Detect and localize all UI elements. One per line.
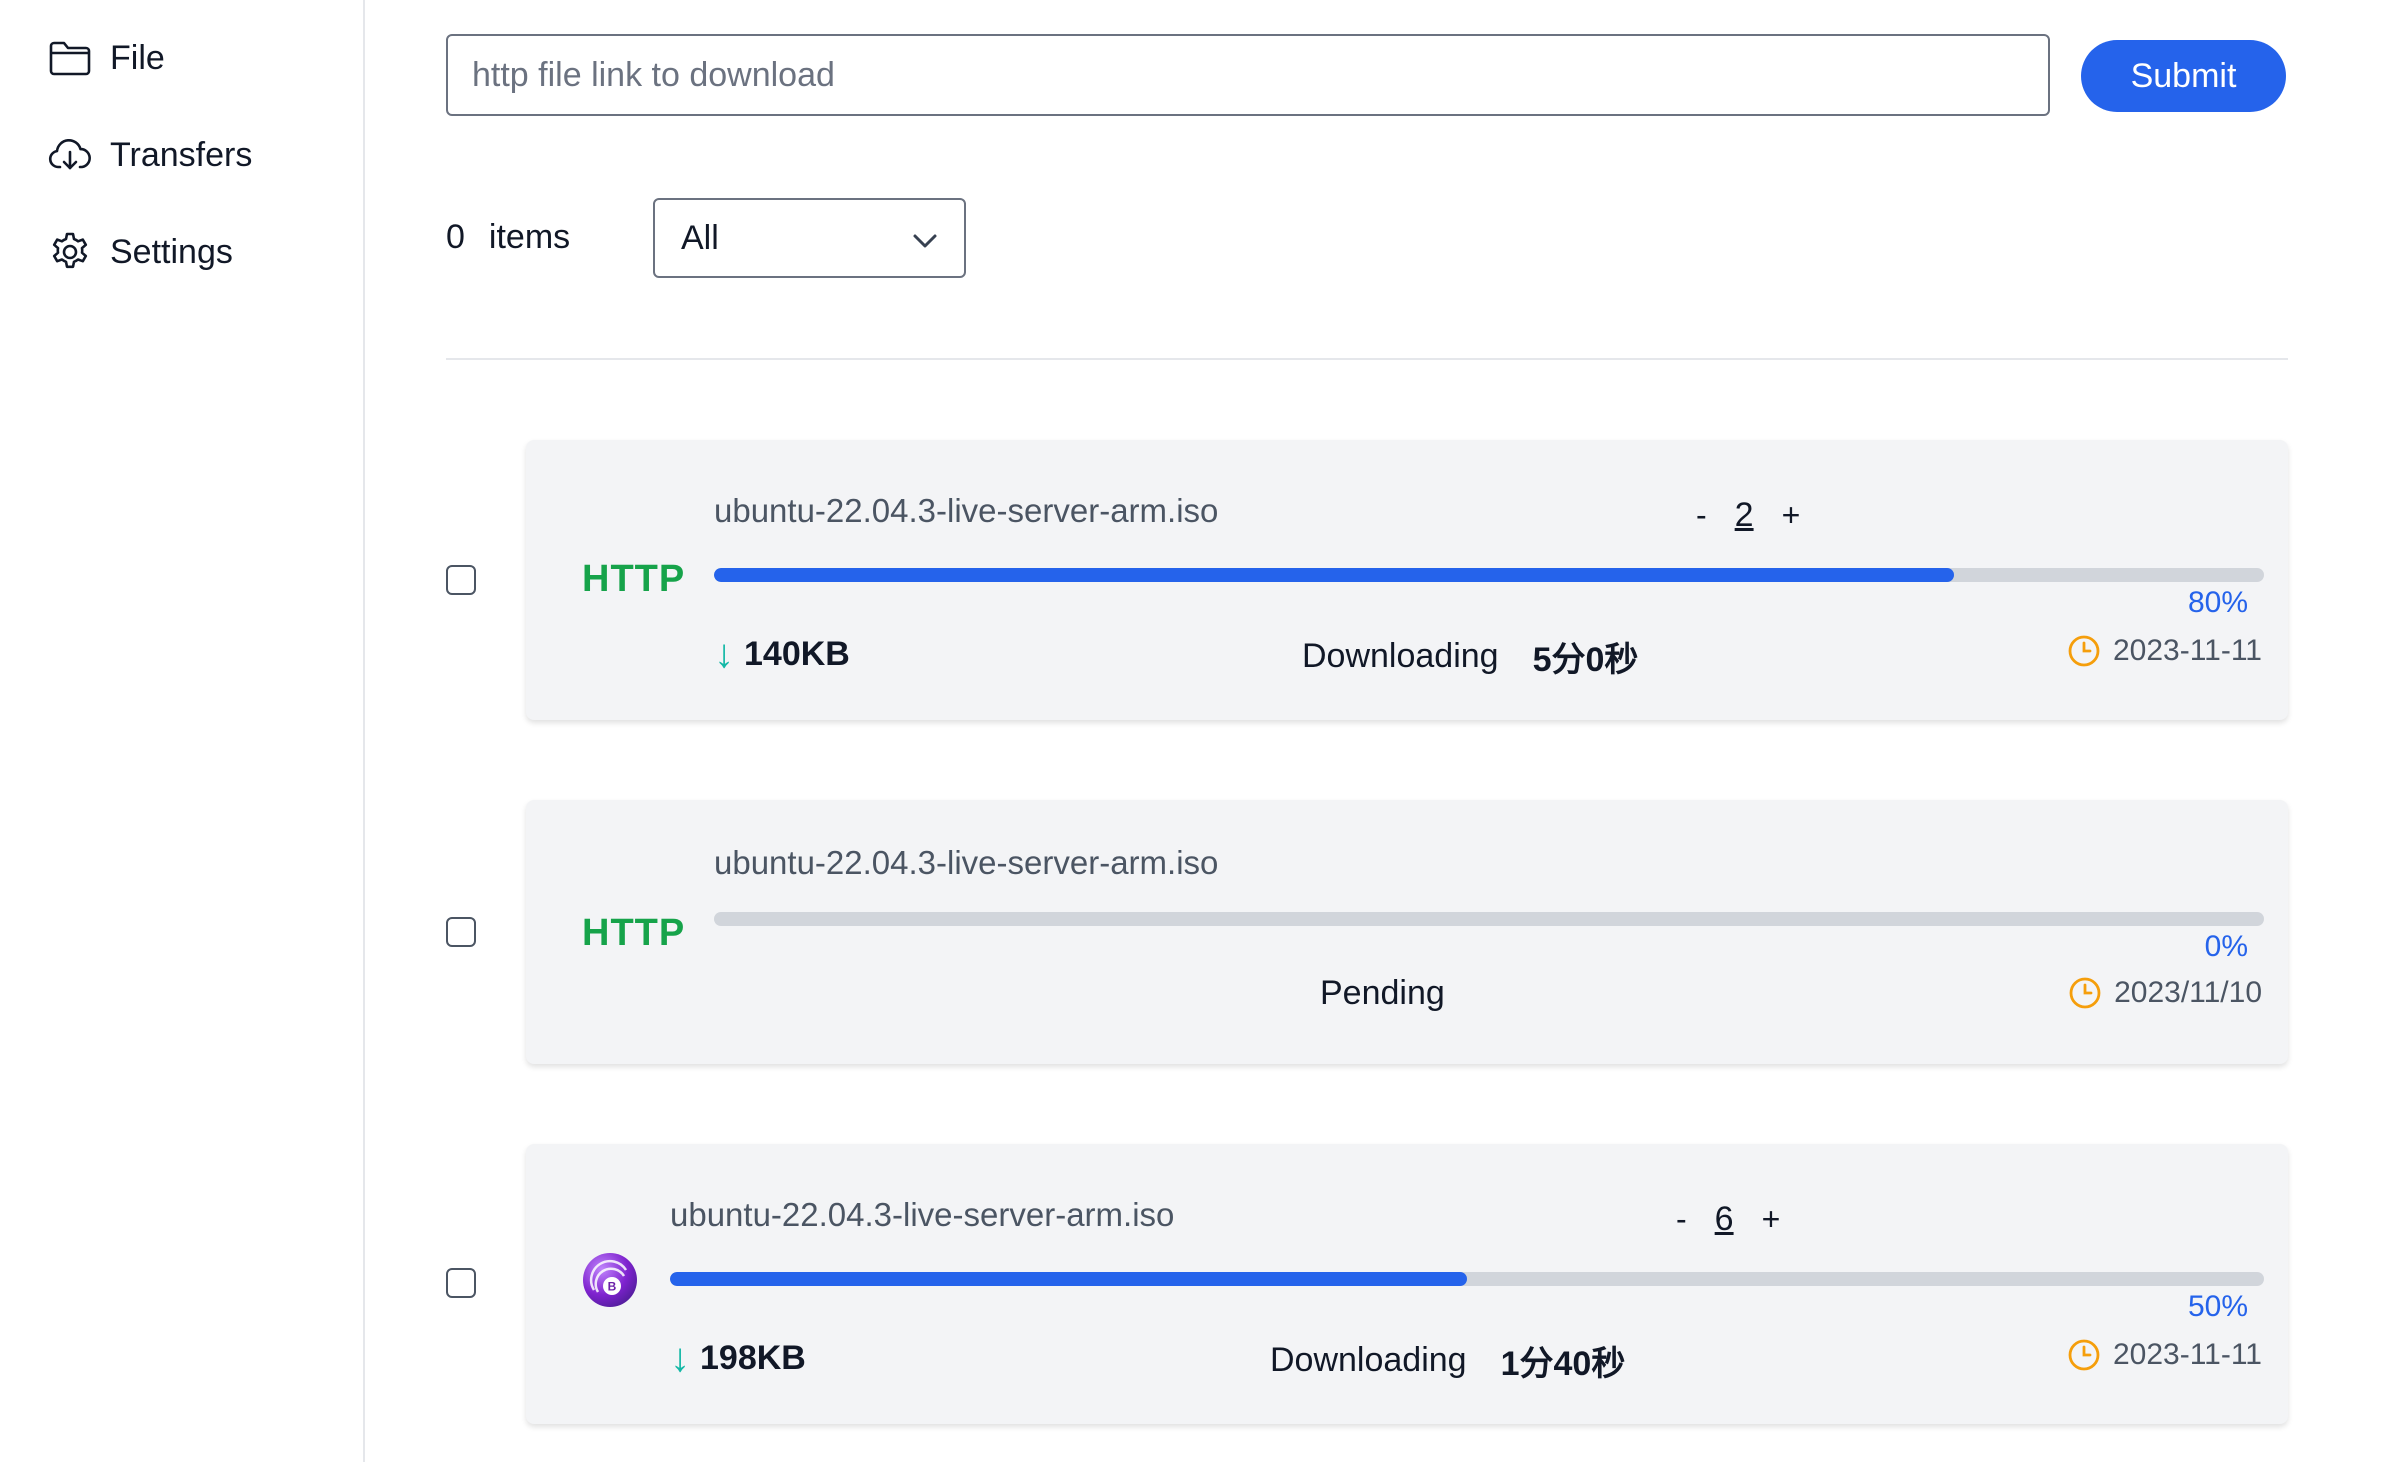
sidebar-item-label: Settings bbox=[110, 232, 233, 271]
folder-icon bbox=[48, 36, 92, 80]
progress-bar bbox=[714, 912, 2264, 926]
download-speed: ↓ 198KB bbox=[670, 1336, 806, 1381]
progress-percent: 80% bbox=[2187, 586, 2248, 619]
sidebar: File Transfers Settings bbox=[0, 0, 365, 1462]
sidebar-item-label: File bbox=[110, 38, 165, 77]
status-text: Downloading bbox=[1270, 1341, 1467, 1379]
thread-count: 2 bbox=[1734, 496, 1754, 534]
svg-text:B: B bbox=[608, 1280, 617, 1294]
sidebar-item-settings[interactable]: Settings bbox=[48, 222, 233, 282]
item-count-value: 0 bbox=[446, 218, 465, 256]
transfer-date: 2023-11-11 bbox=[2067, 1338, 2262, 1372]
submit-button[interactable]: Submit bbox=[2081, 40, 2286, 112]
protocol-label: HTTP bbox=[582, 558, 686, 600]
eta-text: 1分40秒 bbox=[1500, 1345, 1626, 1383]
thread-count: 6 bbox=[1714, 1200, 1734, 1238]
protocol-label: HTTP bbox=[582, 912, 686, 954]
date-text: 2023-11-11 bbox=[2112, 634, 2262, 667]
progress-percent: 0% bbox=[2204, 930, 2248, 963]
thread-decrement-button[interactable]: - bbox=[1690, 497, 1713, 534]
date-text: 2023/11/10 bbox=[2114, 976, 2262, 1009]
bittorrent-icon: B bbox=[582, 1252, 638, 1308]
thread-increment-button[interactable]: + bbox=[1776, 497, 1807, 534]
download-speed: ↓ 140KB bbox=[714, 632, 850, 677]
chevron-down-icon bbox=[912, 219, 938, 258]
transfer-status: Pending bbox=[1320, 974, 1445, 1013]
clock-icon bbox=[2067, 634, 2101, 668]
progress-bar bbox=[670, 1272, 2264, 1286]
status-text: Downloading bbox=[1302, 637, 1499, 675]
thread-decrement-button[interactable]: - bbox=[1670, 1201, 1693, 1238]
divider bbox=[446, 358, 2288, 360]
clock-icon bbox=[2068, 976, 2102, 1010]
sidebar-item-file[interactable]: File bbox=[48, 28, 165, 88]
progress-percent: 50% bbox=[2187, 1290, 2248, 1323]
date-text: 2023-11-11 bbox=[2112, 1338, 2262, 1371]
url-input[interactable] bbox=[446, 34, 2050, 116]
arrow-down-icon: ↓ bbox=[670, 1336, 690, 1380]
transfer-status: Downloading 5分0秒 bbox=[1302, 632, 1638, 681]
gear-icon bbox=[48, 230, 92, 274]
transfer-filename: ubuntu-22.04.3-live-server-arm.iso bbox=[714, 492, 1219, 529]
filter-selected-value: All bbox=[681, 218, 719, 257]
transfer-card: HTTP ubuntu-22.04.3-live-server-arm.iso … bbox=[526, 800, 2288, 1064]
progress-bar bbox=[714, 568, 2264, 582]
thread-stepper: - 6 + bbox=[1670, 1200, 1786, 1239]
thread-increment-button[interactable]: + bbox=[1756, 1201, 1787, 1238]
transfer-filename: ubuntu-22.04.3-live-server-arm.iso bbox=[714, 844, 1219, 881]
item-count-label: items bbox=[488, 218, 571, 256]
sidebar-item-transfers[interactable]: Transfers bbox=[48, 125, 252, 185]
thread-stepper: - 2 + bbox=[1690, 496, 1806, 535]
transfer-filename: ubuntu-22.04.3-live-server-arm.iso bbox=[670, 1196, 1175, 1233]
progress-fill bbox=[670, 1272, 1467, 1286]
filter-select[interactable]: All bbox=[653, 198, 966, 278]
download-speed-value: 198KB bbox=[700, 1339, 806, 1377]
transfer-card: B ubuntu-22.04.3-live-server-arm.iso - 6… bbox=[526, 1144, 2288, 1424]
transfer-checkbox[interactable] bbox=[446, 565, 476, 595]
clock-icon bbox=[2067, 1338, 2101, 1372]
transfer-card: HTTP ubuntu-22.04.3-live-server-arm.iso … bbox=[526, 440, 2288, 720]
transfer-date: 2023/11/10 bbox=[2068, 976, 2262, 1010]
transfer-date: 2023-11-11 bbox=[2067, 634, 2262, 668]
item-count: 0 items bbox=[446, 218, 570, 257]
status-text: Pending bbox=[1320, 974, 1445, 1012]
eta-text: 5分0秒 bbox=[1532, 641, 1639, 679]
arrow-down-icon: ↓ bbox=[714, 632, 734, 676]
transfer-checkbox[interactable] bbox=[446, 1268, 476, 1298]
sidebar-item-label: Transfers bbox=[110, 135, 253, 174]
transfer-status: Downloading 1分40秒 bbox=[1270, 1336, 1625, 1385]
download-speed-value: 140KB bbox=[744, 635, 850, 673]
progress-fill bbox=[714, 568, 1954, 582]
app-root: File Transfers Settings S bbox=[0, 0, 2407, 1462]
transfer-checkbox[interactable] bbox=[446, 917, 476, 947]
cloud-download-icon bbox=[48, 133, 92, 177]
